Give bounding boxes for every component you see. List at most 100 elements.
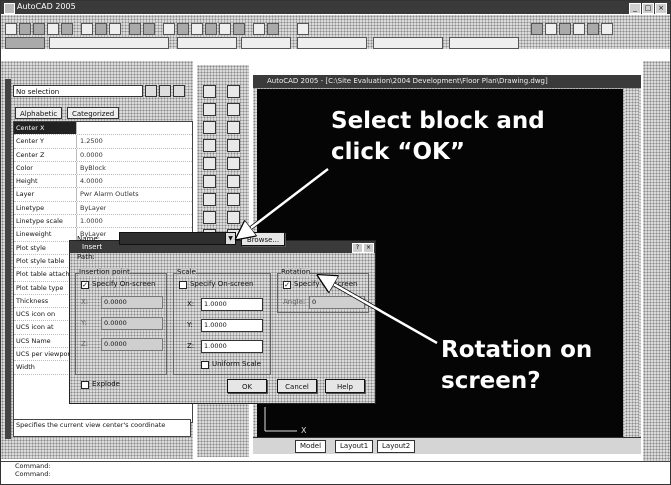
layer-combo[interactable] <box>5 37 45 49</box>
plot-icon[interactable] <box>47 23 59 35</box>
properties-icon[interactable] <box>205 23 217 35</box>
layout-tab-bar: Model Layout1 Layout2 <box>253 437 641 454</box>
rotation-specify-checkbox[interactable]: ✓ <box>283 281 291 289</box>
property-row[interactable]: Center Y 1.2500 <box>14 135 192 149</box>
mirror-icon[interactable] <box>227 139 240 152</box>
help-button[interactable]: Help <box>325 379 365 393</box>
arc-icon[interactable] <box>203 175 216 188</box>
undo-icon[interactable] <box>129 23 141 35</box>
property-row[interactable]: Layer Pwr Alarm Outlets <box>14 188 192 202</box>
property-row[interactable]: Center X <box>14 122 192 136</box>
paste-icon[interactable] <box>109 23 121 35</box>
pickadd-icon[interactable] <box>173 85 185 97</box>
redo-icon[interactable] <box>143 23 155 35</box>
property-row[interactable]: Linetype scale 1.0000 <box>14 215 192 229</box>
dimstyle-combo[interactable] <box>241 37 291 49</box>
chevron-down-icon[interactable]: ▼ <box>225 232 236 245</box>
property-value[interactable] <box>77 122 80 134</box>
browse-button[interactable]: Browse... <box>241 232 285 246</box>
cancel-button[interactable]: Cancel <box>277 379 317 393</box>
selection-dropdown[interactable]: No selection <box>13 85 143 97</box>
line-icon[interactable] <box>203 85 216 98</box>
tab-alphabetic[interactable]: Alphabetic <box>15 107 63 119</box>
new-icon[interactable] <box>5 23 17 35</box>
markup-icon[interactable] <box>253 23 265 35</box>
array-icon[interactable] <box>227 175 240 188</box>
save-icon[interactable] <box>33 23 45 35</box>
construction-line-icon[interactable] <box>203 103 216 116</box>
tab-categorized[interactable]: Categorized <box>67 107 120 119</box>
select-objects-icon[interactable] <box>159 85 171 97</box>
color-combo[interactable] <box>297 37 367 49</box>
pan-icon[interactable] <box>163 23 175 35</box>
property-value[interactable]: 1.0000 <box>77 215 103 227</box>
property-row[interactable]: Height 4.0000 <box>14 175 192 189</box>
scale-specify-checkbox[interactable] <box>179 281 187 289</box>
explode-checkbox[interactable] <box>81 381 89 389</box>
zoom-in-icon[interactable] <box>587 23 599 35</box>
block-name-combo[interactable] <box>119 232 233 245</box>
minimize-icon[interactable]: _ <box>629 3 641 14</box>
help-icon[interactable] <box>297 23 309 35</box>
polygon-icon[interactable] <box>203 139 216 152</box>
zoom-out-icon[interactable] <box>601 23 613 35</box>
maximize-icon[interactable]: □ <box>642 3 654 14</box>
layer-state-combo[interactable] <box>49 37 169 49</box>
zoom-icon[interactable] <box>177 23 189 35</box>
insertion-z-field[interactable]: 0.0000 <box>101 338 163 351</box>
rotate-icon[interactable] <box>227 211 240 224</box>
ok-button[interactable]: OK <box>227 379 267 393</box>
copy-object-icon[interactable] <box>227 121 240 134</box>
zoom-all-icon[interactable] <box>573 23 585 35</box>
offset-icon[interactable] <box>227 157 240 170</box>
rectangle-icon[interactable] <box>203 157 216 170</box>
rotation-angle-field[interactable]: 0 <box>309 296 365 309</box>
calculator-icon[interactable] <box>267 23 279 35</box>
move-icon[interactable] <box>227 193 240 206</box>
tab-layout2[interactable]: Layout2 <box>377 440 416 453</box>
insertion-specify-checkbox[interactable]: ✓ <box>81 281 89 289</box>
property-value[interactable]: ByLayer <box>77 202 106 214</box>
copy-icon[interactable] <box>95 23 107 35</box>
scale-x-field[interactable]: 1.0000 <box>201 298 263 311</box>
polyline-icon[interactable] <box>203 121 216 134</box>
close-icon[interactable]: × <box>655 3 667 14</box>
property-value[interactable]: 1.2500 <box>77 135 103 147</box>
style-combo[interactable] <box>177 37 237 49</box>
open-icon[interactable] <box>19 23 31 35</box>
tab-layout1[interactable]: Layout1 <box>335 440 374 453</box>
property-value[interactable]: Pwr Alarm Outlets <box>77 188 139 200</box>
insertion-x-field[interactable]: 0.0000 <box>101 296 163 309</box>
uniform-scale-checkbox[interactable] <box>201 361 209 369</box>
linetype-combo[interactable] <box>373 37 443 49</box>
zoom-realtime-icon[interactable] <box>531 23 543 35</box>
design-center-icon[interactable] <box>219 23 231 35</box>
multiline-text-icon[interactable] <box>227 85 240 98</box>
properties-palette-titlebar[interactable] <box>5 79 11 439</box>
revision-cloud-icon[interactable] <box>203 211 216 224</box>
property-value[interactable]: ByBlock <box>77 162 106 174</box>
erase-icon[interactable] <box>227 103 240 116</box>
lineweight-combo[interactable] <box>449 37 519 49</box>
circle-icon[interactable] <box>203 193 216 206</box>
vertical-scrollbar[interactable] <box>625 89 639 437</box>
property-row[interactable]: Linetype ByLayer <box>14 201 192 216</box>
property-value[interactable]: 4.0000 <box>77 175 103 187</box>
close-icon[interactable]: × <box>363 243 374 253</box>
zoom-extents-icon[interactable] <box>559 23 571 35</box>
cut-icon[interactable] <box>81 23 93 35</box>
command-line[interactable]: Command: Command: <box>1 461 670 484</box>
scale-z-field[interactable]: 1.0000 <box>201 340 263 353</box>
preview-icon[interactable] <box>61 23 73 35</box>
property-row[interactable]: Center Z 0.0000 <box>14 148 192 162</box>
insertion-y-field[interactable]: 0.0000 <box>101 317 163 330</box>
tool-palettes-icon[interactable] <box>233 23 245 35</box>
zoom-window-icon[interactable] <box>191 23 203 35</box>
tab-model[interactable]: Model <box>295 440 327 453</box>
property-value[interactable]: 0.0000 <box>77 149 103 161</box>
quick-select-icon[interactable] <box>145 85 157 97</box>
property-row[interactable]: Color ByBlock <box>14 161 192 176</box>
help-icon[interactable]: ? <box>352 243 363 253</box>
zoom-previous-icon[interactable] <box>545 23 557 35</box>
scale-y-field[interactable]: 1.0000 <box>201 319 263 332</box>
